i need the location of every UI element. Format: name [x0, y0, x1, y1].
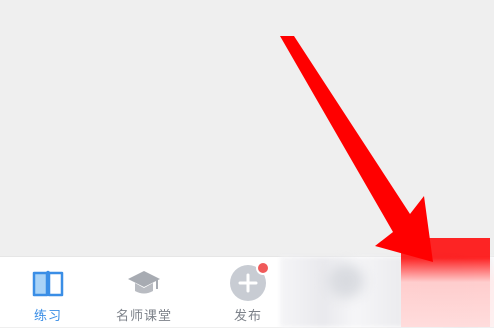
- tab-practice[interactable]: 练习: [0, 257, 96, 328]
- content-area: [0, 0, 494, 256]
- book-icon: [32, 270, 64, 297]
- notification-badge: [256, 261, 270, 275]
- blurred-tab-icon: [328, 264, 364, 298]
- tab-practice-label: 练习: [33, 309, 62, 324]
- tab-famous-teacher-class-label: 名师课堂: [115, 309, 172, 324]
- tab-famous-teacher-class[interactable]: 名师课堂: [96, 257, 192, 328]
- annotation-highlight-fade: [401, 258, 494, 327]
- graduation-cap-icon: [128, 271, 160, 294]
